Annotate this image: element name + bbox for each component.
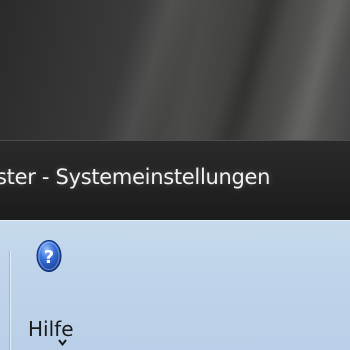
- help-button[interactable]: ? Hilfe: [24, 239, 84, 350]
- screen: ster - Systemeinstellungen ? Hilfe: [0, 0, 350, 350]
- window-titlebar[interactable]: ster - Systemeinstellungen: [0, 140, 350, 220]
- help-button-label: Hilfe: [28, 317, 74, 341]
- toolbar: ? Hilfe: [0, 220, 350, 350]
- desktop-background: [0, 0, 350, 140]
- help-question-icon: ?: [36, 240, 62, 272]
- svg-text:?: ?: [44, 247, 54, 268]
- chevron-down-icon[interactable]: [58, 339, 67, 346]
- wallpaper-streak: [84, 0, 216, 140]
- window-title: ster - Systemeinstellungen: [0, 165, 271, 189]
- toolbar-separator: [9, 251, 10, 350]
